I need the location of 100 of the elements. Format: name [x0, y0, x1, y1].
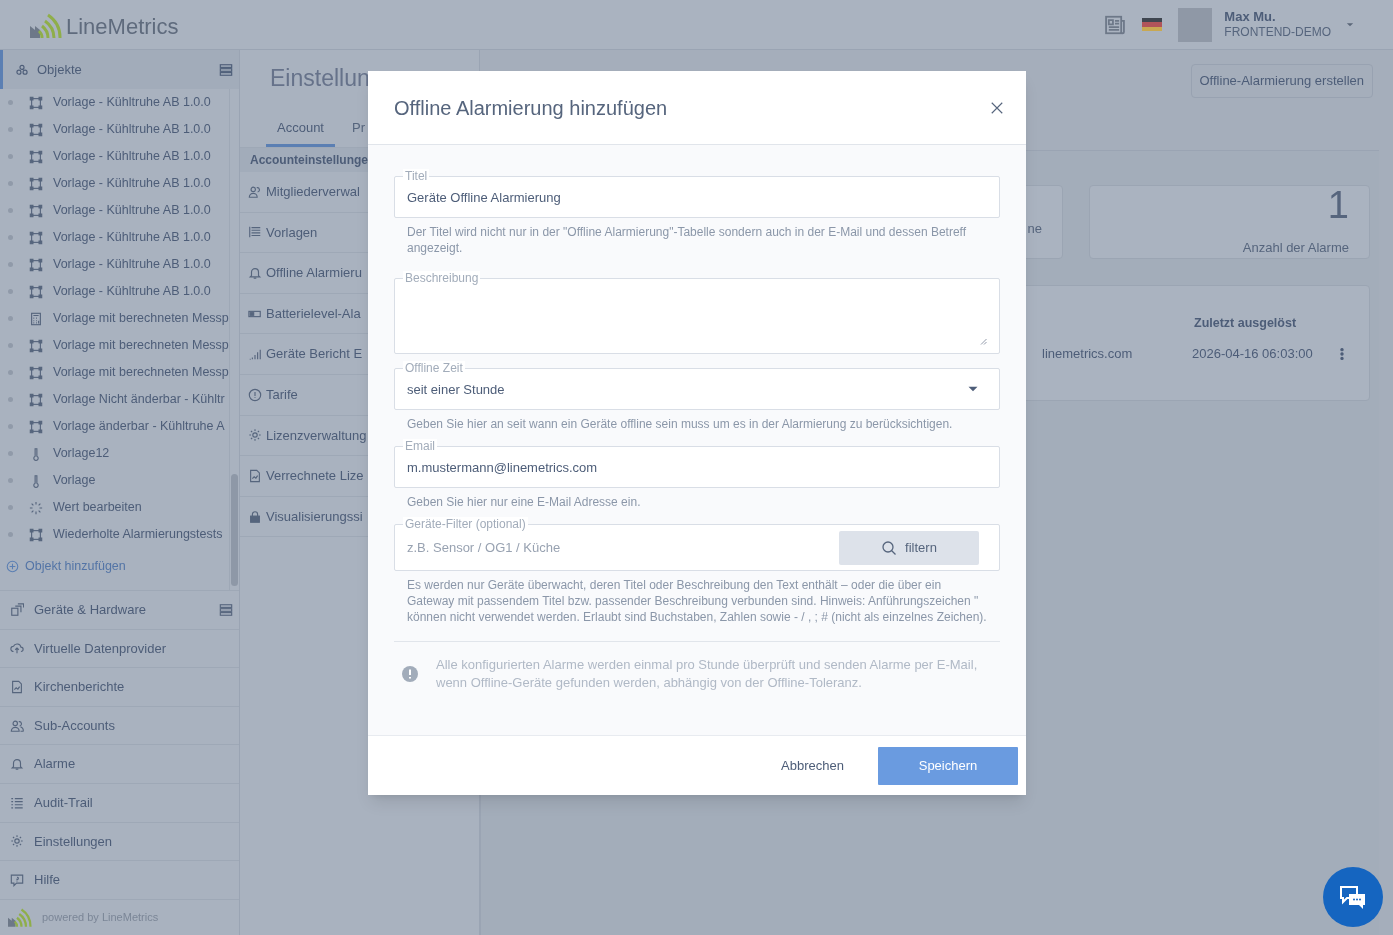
- devices-icon: [10, 602, 24, 617]
- object-item[interactable]: Vorlage - Kühltruhe AB 1.0.0: [53, 201, 211, 220]
- bullet-icon: [8, 478, 13, 483]
- calculator-icon: [29, 311, 43, 326]
- list-icon: [219, 62, 233, 77]
- object-item[interactable]: Vorlage12: [53, 444, 110, 463]
- dialog-title: Offline Alarmierung hinzufügen: [394, 95, 669, 121]
- create-alarm-button[interactable]: Offline-Alarmierung erstellen: [1190, 64, 1373, 98]
- bullet-icon: [8, 289, 13, 294]
- list-icon: [219, 602, 233, 617]
- nav-item[interactable]: Hilfe: [0, 860, 239, 899]
- bullet-icon: [8, 343, 13, 348]
- frame-icon: [29, 419, 43, 434]
- search-icon: [881, 539, 898, 556]
- chat-icon: [1339, 885, 1367, 909]
- settings-menu-item[interactable]: Offline Alarmieru: [266, 263, 362, 283]
- bullet-icon: [8, 532, 13, 537]
- object-item[interactable]: Vorlage mit berechneten Messp: [53, 363, 229, 382]
- object-item[interactable]: Vorlage: [53, 471, 96, 490]
- object-item[interactable]: Vorlage änderbar - Kühltruhe A: [53, 417, 225, 436]
- nav-item[interactable]: Geräte & Hardware: [0, 590, 239, 629]
- close-icon[interactable]: [990, 100, 1004, 115]
- report-icon: [248, 468, 262, 483]
- bullet-icon: [8, 181, 13, 186]
- nav-item[interactable]: Sub-Accounts: [0, 705, 239, 745]
- signal-icon: [248, 347, 262, 362]
- object-item[interactable]: Vorlage mit berechneten Messp: [53, 336, 229, 355]
- bullet-icon: [8, 316, 13, 321]
- nav-item[interactable]: Einstellungen: [0, 821, 239, 861]
- help-icon: [10, 872, 24, 887]
- users-icon: [10, 718, 24, 733]
- logo-text: LineMetrics: [66, 15, 179, 38]
- bullet-icon: [8, 424, 13, 429]
- users-icon: [248, 184, 262, 199]
- object-item[interactable]: Vorlage - Kühltruhe AB 1.0.0: [53, 174, 211, 193]
- object-item[interactable]: Vorlage - Kühltruhe AB 1.0.0: [53, 228, 211, 247]
- bullet-icon: [8, 154, 13, 159]
- scrollbar-thumb[interactable]: [230, 474, 238, 586]
- bullet-icon: [8, 397, 13, 402]
- settings-menu-item[interactable]: Mitgliederverwal: [266, 182, 360, 202]
- settings-menu-item[interactable]: Verrechnete Lize: [266, 466, 364, 486]
- object-item[interactable]: Vorlage - Kühltruhe AB 1.0.0: [53, 120, 211, 139]
- settings-menu-item[interactable]: Geräte Bericht E: [266, 344, 363, 364]
- add-object-link[interactable]: Objekt hinzufügen: [25, 556, 126, 576]
- bullet-icon: [8, 451, 13, 456]
- newspaper-icon[interactable]: [1104, 13, 1127, 36]
- avatar-photo-placeholder: [1178, 7, 1213, 42]
- section-title: Objekte: [37, 60, 83, 79]
- gear-icon: [248, 428, 262, 443]
- settings-menu-item[interactable]: Tarife: [266, 385, 298, 405]
- frame-icon: [29, 257, 43, 272]
- nav-item[interactable]: Virtuelle Datenprovider: [0, 628, 239, 668]
- objects-section-header[interactable]: Objekte: [0, 50, 239, 89]
- help-text: Geben Sie hier nur eine E-Mail Adresse ein.: [406, 494, 642, 510]
- resize-handle-icon[interactable]: [979, 337, 987, 345]
- bullet-icon: [8, 127, 13, 132]
- object-item[interactable]: Vorlage - Kühltruhe AB 1.0.0: [53, 282, 211, 301]
- spinner-icon: [29, 500, 43, 515]
- frame-icon: [29, 95, 43, 110]
- bullet-icon: [8, 370, 13, 375]
- gear-icon: [10, 834, 24, 849]
- nav-item[interactable]: Audit-Trail: [0, 782, 239, 822]
- cloud-upload-icon: [10, 641, 24, 656]
- object-item[interactable]: Vorlage mit berechneten Messp: [53, 309, 229, 328]
- object-item[interactable]: Vorlage - Kühltruhe AB 1.0.0: [53, 255, 211, 274]
- frame-icon: [29, 338, 43, 353]
- settings-menu-item[interactable]: Batterielevel-Ala: [266, 303, 361, 324]
- settings-menu-item[interactable]: Vorlagen: [266, 222, 318, 243]
- frame-icon: [29, 230, 43, 245]
- cubes-icon: [15, 62, 29, 77]
- help-text: Geben Sie hier an seit wann ein Geräte offline sein muss um es in der Alarmierung zu berücksichtigen.: [406, 416, 954, 432]
- object-item[interactable]: Vorlage - Kühltruhe AB 1.0.0: [53, 147, 211, 166]
- object-item[interactable]: Wert bearbeiten: [53, 498, 142, 517]
- object-item[interactable]: Vorlage - Kühltruhe AB 1.0.0: [53, 93, 211, 112]
- settings-menu-item[interactable]: Visualisierungssi: [266, 506, 363, 527]
- settings-menu-item[interactable]: Lizenzverwaltung: [266, 425, 367, 446]
- table-cell-text: 2026-04-16 06:03:00: [1192, 344, 1314, 363]
- plus-circle-icon: [6, 559, 19, 573]
- nav-item[interactable]: Kirchenberichte: [0, 667, 239, 706]
- account-name: FRONTEND-DEMO: [1224, 25, 1331, 41]
- object-item[interactable]: Wiederholte Alarmierungstests: [53, 525, 223, 544]
- stat-value: 1: [1327, 186, 1349, 224]
- lock-icon: [248, 509, 262, 524]
- frame-icon: [29, 365, 43, 380]
- frame-icon: [29, 392, 43, 407]
- nav-item[interactable]: Alarme: [0, 744, 239, 783]
- report-icon: [10, 680, 24, 694]
- bullet-icon: [8, 100, 13, 105]
- user-name: Max Mu.: [1224, 8, 1277, 26]
- bell-icon: [10, 757, 24, 772]
- alert-icon: [402, 666, 418, 682]
- save-button[interactable]: Speichern: [878, 746, 1018, 785]
- frame-icon: [29, 149, 43, 164]
- logo-icon: [30, 11, 62, 38]
- object-item[interactable]: Vorlage Nicht änderbar - Kühltr: [53, 390, 225, 409]
- filter-button[interactable]: filtern: [839, 530, 979, 565]
- table-cell-text: linemetrics.com: [1042, 344, 1134, 363]
- cancel-button[interactable]: Abbrechen: [773, 746, 852, 785]
- german-flag-icon[interactable]: [1142, 18, 1163, 31]
- help-text: Es werden nur Geräte überwacht, deren Titel oder Beschreibung den Text enthält – oder die über ein Gateway mit passendem Titel bzw. passender Beschreibung verbunden sind. Hinweis: Anführungszeichen " können nicht verwendet werden. Erlaubt sind Buchstaben, Zahlen sowie - / , ; # (nicht als einzelnes Zeichen).: [406, 577, 988, 625]
